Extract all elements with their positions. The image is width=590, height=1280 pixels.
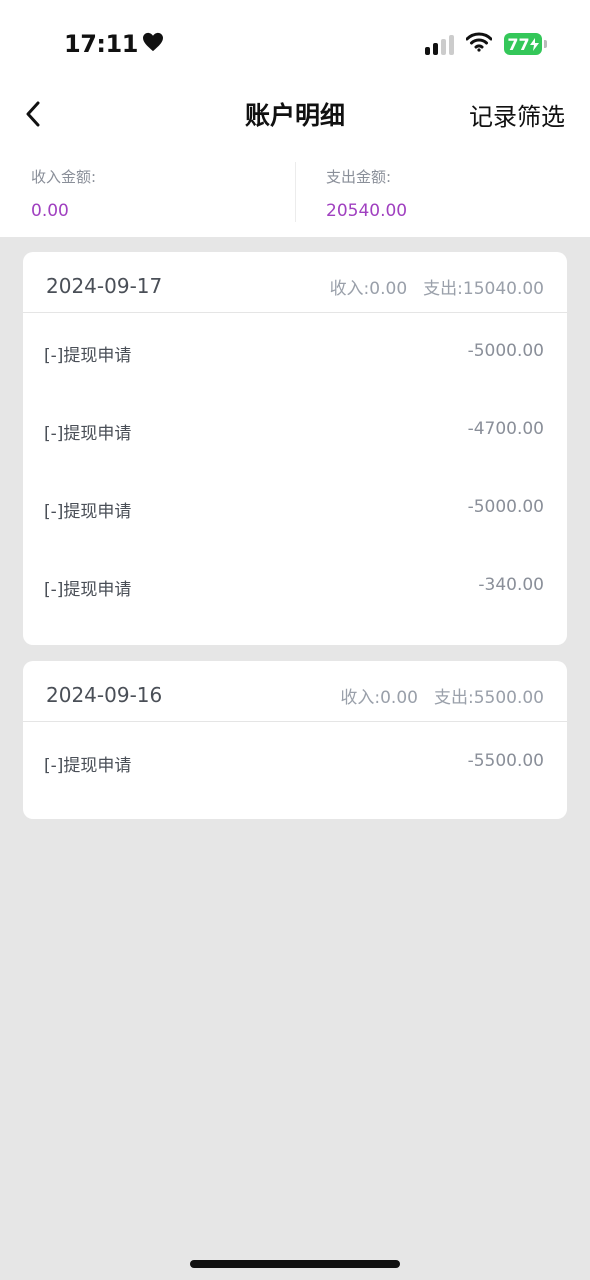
group-totals: 收入:0.00 支出:15040.00 [330, 274, 544, 299]
group-date: 2024-09-17 [46, 274, 163, 298]
transaction-amount: -4700.00 [467, 419, 544, 439]
expense-label: 支出金额: [326, 168, 392, 186]
summary-divider [295, 162, 296, 222]
transaction-label: [-]提现申请 [44, 502, 132, 522]
income-value: 0.00 [31, 201, 69, 221]
date-group-header: 2024-09-16 收入:0.00 支出:5500.00 [23, 661, 567, 722]
transaction-amount: -5000.00 [467, 497, 544, 517]
battery-level: 77 [507, 34, 530, 54]
group-income: 收入:0.00 [340, 688, 418, 708]
header-area: 17:11 77 账户明细 记录筛选 收入金额: 0.00 支出金额: 2054… [0, 0, 590, 237]
battery-icon: 77 [504, 33, 547, 55]
group-income: 收入:0.00 [329, 279, 408, 299]
transaction-label: [-]提现申请 [44, 756, 132, 776]
transaction-amount: -340.00 [478, 575, 544, 595]
transaction-row[interactable]: [-]提现申请 -5500.00 [23, 722, 567, 819]
expense-summary: 支出金额: 20540.00 [326, 166, 556, 221]
date-group-card: 2024-09-16 收入:0.00 支出:5500.00 [-]提现申请 -5… [23, 661, 567, 819]
home-indicator[interactable] [190, 1260, 400, 1268]
charging-bolt-icon [529, 37, 539, 51]
transaction-amount: -5000.00 [467, 341, 544, 361]
date-group-card: 2024-09-17 收入:0.00 支出:15040.00 [-]提现申请 -… [23, 252, 567, 645]
group-expense: 支出:5500.00 [433, 688, 544, 708]
transaction-label: [-]提现申请 [44, 424, 132, 444]
expense-value: 20540.00 [326, 201, 408, 221]
status-icons: 77 [425, 32, 547, 56]
date-group-header: 2024-09-17 收入:0.00 支出:15040.00 [23, 252, 567, 313]
group-expense: 支出:15040.00 [423, 279, 544, 299]
wifi-icon [465, 32, 493, 56]
transaction-label: [-]提现申请 [44, 580, 132, 600]
transaction-amount: -5500.00 [467, 751, 544, 771]
group-date: 2024-09-16 [46, 683, 163, 707]
status-time-text: 17:11 [64, 30, 138, 58]
group-totals: 收入:0.00 支出:5500.00 [340, 683, 544, 708]
income-summary: 收入金额: 0.00 [31, 166, 261, 221]
transaction-label: [-]提现申请 [44, 346, 132, 366]
income-label: 收入金额: [31, 168, 97, 186]
cellular-signal-icon [425, 33, 454, 55]
heart-icon [142, 30, 164, 58]
transaction-row[interactable]: [-]提现申请 -5000.00 [23, 313, 567, 391]
transaction-row[interactable]: [-]提现申请 -5000.00 [23, 469, 567, 547]
status-time: 17:11 [64, 30, 164, 58]
transaction-row[interactable]: [-]提现申请 -340.00 [23, 547, 567, 645]
transaction-row[interactable]: [-]提现申请 -4700.00 [23, 391, 567, 469]
record-filter-button[interactable]: 记录筛选 [469, 97, 565, 132]
